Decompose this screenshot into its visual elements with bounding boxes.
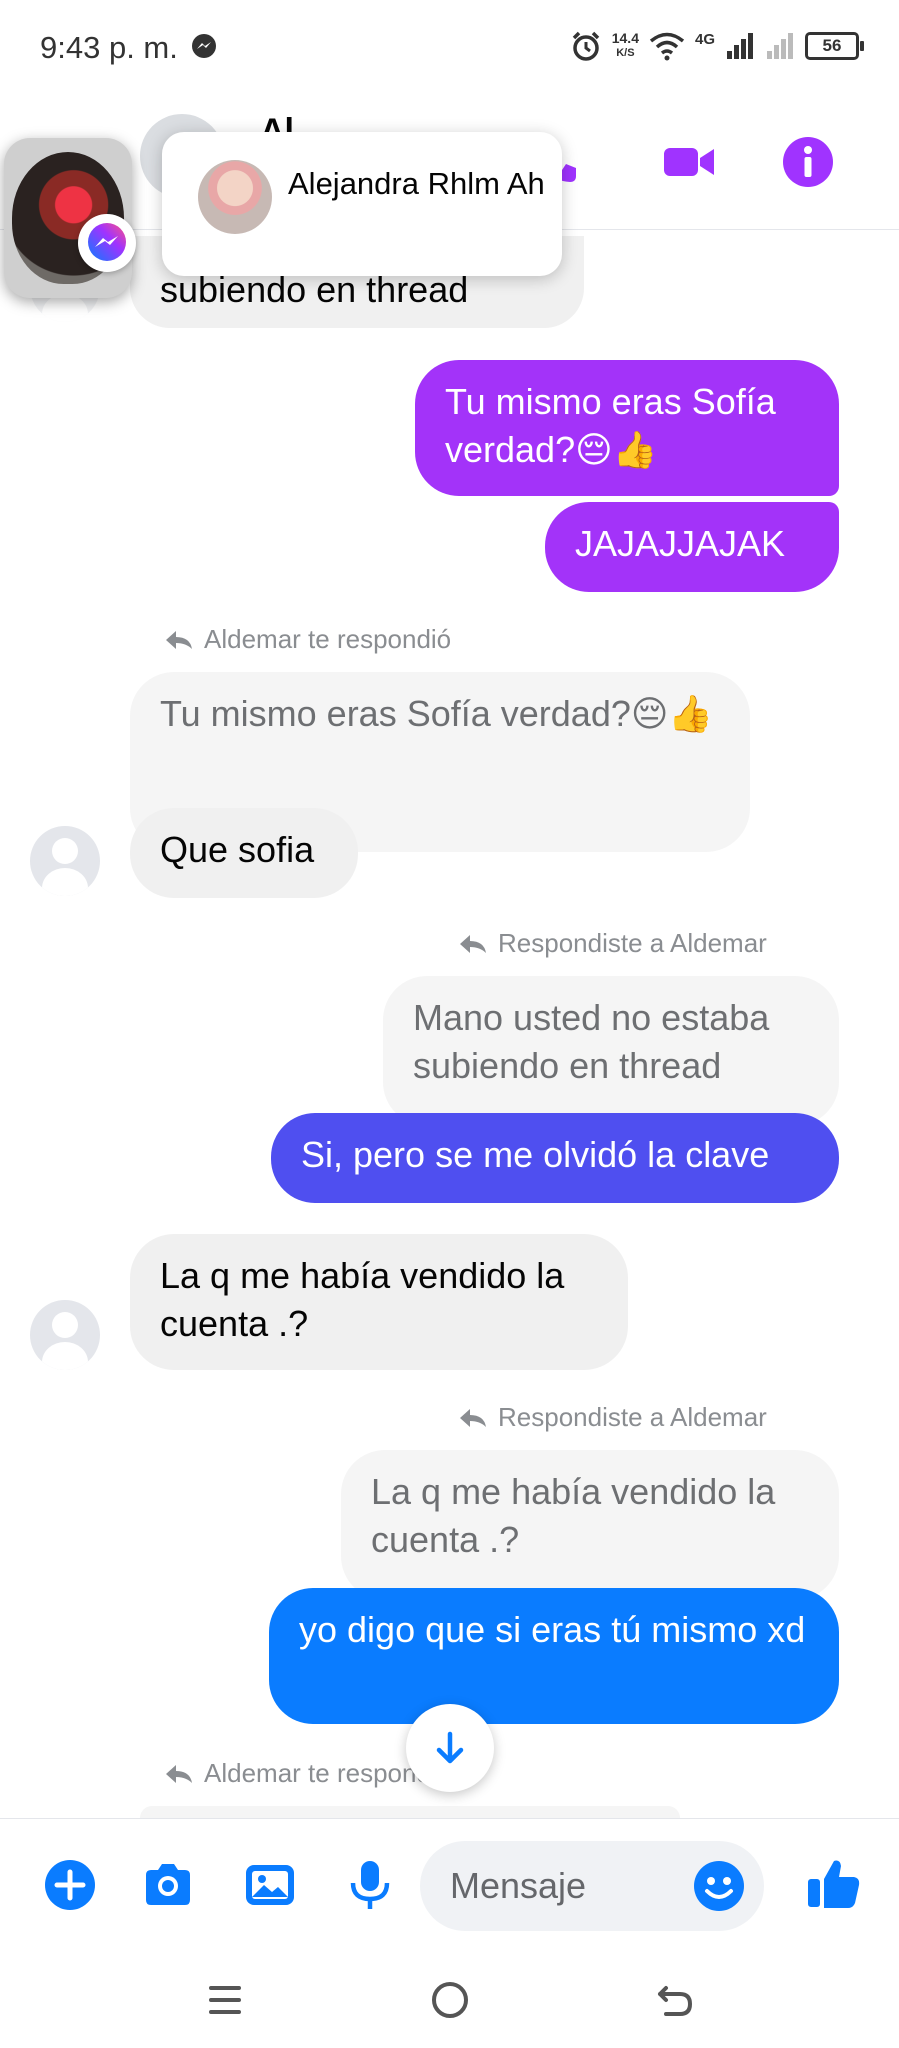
scroll-to-bottom-button[interactable] [406, 1704, 494, 1792]
message-bubble-partial [140, 1806, 680, 1818]
messenger-logo-icon [88, 223, 126, 261]
status-time: 9:43 p. m. [40, 30, 178, 65]
tooltip-avatar [198, 160, 272, 234]
home-icon[interactable] [428, 1978, 472, 2022]
message-bubble-outgoing[interactable]: Si, pero se me olvidó la clave [271, 1113, 839, 1203]
menu-icon[interactable] [203, 1978, 247, 2022]
reply-label-text: Respondiste a Aldemar [498, 928, 767, 958]
info-icon[interactable] [780, 134, 836, 190]
sender-avatar[interactable] [30, 826, 100, 896]
system-navigation-bar [0, 1954, 899, 2048]
message-bubble-incoming[interactable]: Que sofia [130, 808, 358, 898]
reply-arrow-icon [166, 1764, 192, 1783]
reply-label: Respondiste a Aldemar [458, 1402, 767, 1433]
battery-indicator: 56 [805, 32, 864, 60]
network-speed-value: 14.4 [611, 30, 639, 46]
network-speed-unit: K/S [616, 47, 635, 59]
message-text: yo digo que si eras tú mismo xd [299, 1609, 806, 1650]
message-bubble-outgoing[interactable]: Tu mismo eras Sofía verdad?😔👍 [415, 360, 839, 496]
reply-arrow-icon [166, 630, 192, 649]
quoted-text: Tu mismo eras Sofía verdad?😔👍 [160, 693, 714, 734]
add-icon[interactable] [42, 1857, 98, 1913]
reply-arrow-icon [460, 1408, 486, 1427]
message-text: Tu mismo eras Sofía verdad?😔👍 [445, 381, 776, 470]
messenger-notification-icon [192, 34, 216, 58]
wifi-icon [649, 32, 685, 61]
message-bubble-outgoing[interactable]: JAJAJJAJAK [545, 502, 839, 592]
video-call-icon[interactable] [660, 134, 716, 190]
messenger-badge [78, 214, 136, 272]
tooltip-name: Alejandra Rhlm Ah [288, 166, 545, 201]
gallery-icon[interactable] [242, 1857, 298, 1913]
alarm-icon [572, 31, 599, 61]
sender-avatar[interactable] [30, 1300, 100, 1370]
message-text: Que sofia [160, 829, 315, 870]
reply-label: Aldemar te respondió [164, 624, 451, 655]
camera-icon[interactable] [140, 1857, 196, 1913]
quoted-text: La q me había vendido la cuenta .? [371, 1471, 776, 1560]
reply-label-text: Respondiste a Aldemar [498, 1402, 767, 1432]
reply-arrow-icon [460, 934, 486, 953]
message-text: JAJAJJAJAK [575, 523, 786, 564]
quoted-message[interactable]: Mano usted no estaba subiendo en thread [383, 976, 839, 1126]
message-bubble-outgoing[interactable]: yo digo que si eras tú mismo xd [269, 1588, 839, 1724]
quoted-text: Mano usted no estaba subiendo en thread [413, 997, 770, 1086]
message-placeholder: Mensaje [450, 1865, 587, 1906]
like-icon[interactable] [804, 1853, 864, 1913]
message-bubble-incoming[interactable]: La q me había vendido la cuenta .? [130, 1234, 628, 1370]
chat-head-tooltip[interactable]: Alejandra Rhlm Ah [162, 132, 562, 276]
back-icon[interactable] [652, 1978, 696, 2022]
status-icons: 14.4 K/S 4G 56 [570, 24, 864, 68]
network-type: 4G [694, 30, 715, 48]
signal-2-icon [767, 33, 793, 59]
reply-label-text: Aldemar te respondió [204, 624, 452, 654]
message-composer: Mensaje [0, 1818, 899, 1954]
message-text: La q me había vendido la cuenta .? [160, 1255, 565, 1344]
message-input[interactable]: Mensaje [420, 1841, 764, 1931]
status-bar: 9:43 p. m. 14.4 K/S 4G 56 [0, 0, 899, 92]
microphone-icon[interactable] [342, 1857, 398, 1913]
quoted-message[interactable]: La q me había vendido la cuenta .? [341, 1450, 839, 1600]
message-text: Si, pero se me olvidó la clave [301, 1134, 770, 1175]
signal-icon [727, 33, 753, 59]
network-speed: 14.4 K/S [612, 31, 639, 61]
reply-label: Respondiste a Aldemar [458, 928, 767, 959]
emoji-icon[interactable] [692, 1859, 746, 1913]
arrow-down-icon [436, 1731, 464, 1764]
